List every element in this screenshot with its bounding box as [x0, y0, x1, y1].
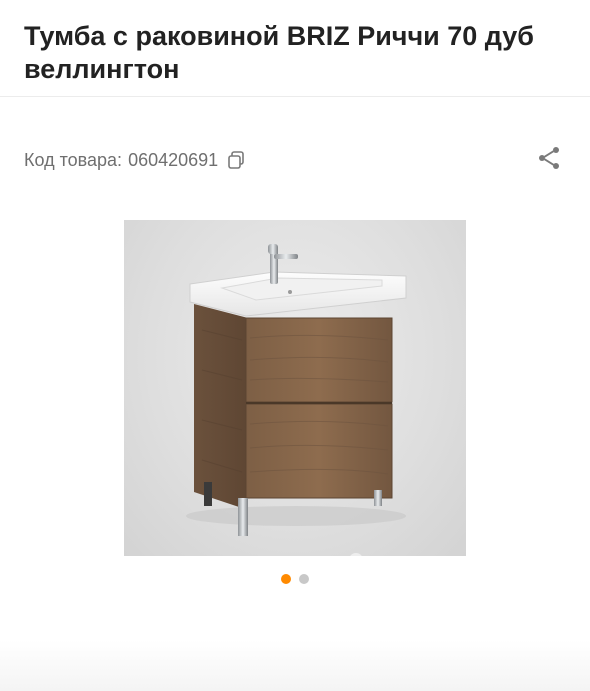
- bottom-area: [0, 640, 590, 691]
- product-title: Тумба с раковиной BRIZ Риччи 70 дуб велл…: [24, 21, 534, 84]
- share-icon[interactable]: [536, 145, 562, 171]
- copy-icon[interactable]: [226, 150, 246, 170]
- sku-row: Код товара: 060420691: [24, 146, 246, 174]
- title-bar: Тумба с раковиной BRIZ Риччи 70 дуб велл…: [0, 0, 590, 97]
- watermark-text: циан: [388, 563, 507, 616]
- vanity-illustration: [186, 244, 407, 536]
- gallery-dot-2[interactable]: [299, 574, 309, 584]
- sku-value[interactable]: 060420691: [128, 150, 218, 171]
- gallery-pagination: [0, 574, 590, 584]
- sku-label: Код товара:: [24, 149, 123, 170]
- product-image[interactable]: [124, 220, 466, 556]
- gallery-dot-1[interactable]: [281, 574, 291, 584]
